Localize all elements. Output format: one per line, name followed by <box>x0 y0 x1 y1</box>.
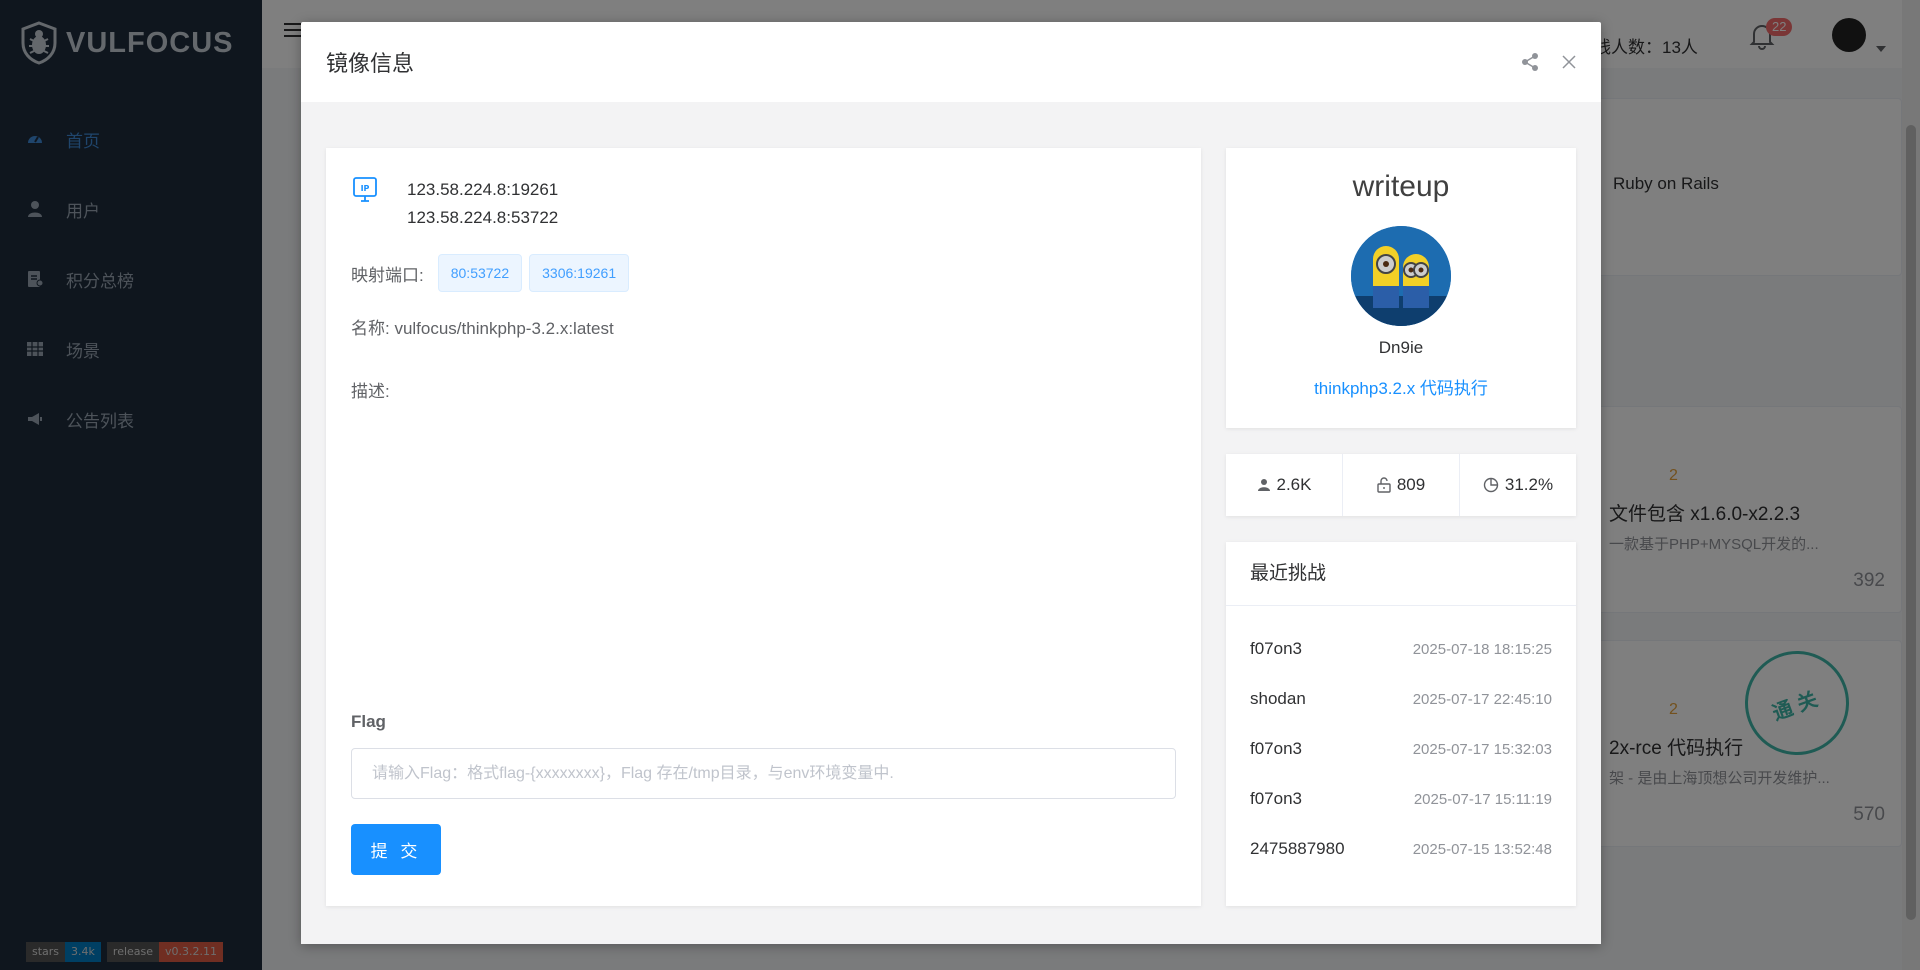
writeup-link[interactable]: thinkphp3.2.x 代码执行 <box>1226 374 1576 399</box>
challenge-time: 2025-07-17 15:11:19 <box>1413 790 1552 808</box>
svg-text:IP: IP <box>361 184 370 193</box>
challenge-time: 2025-07-15 13:52:48 <box>1412 840 1552 858</box>
ip-icon: IP <box>353 177 377 202</box>
ip-address[interactable]: 123.58.224.8:19261 <box>407 176 558 204</box>
port-tag[interactable]: 80:53722 <box>437 254 523 292</box>
list-item: f07on3 2025-07-17 15:32:03 <box>1226 724 1576 774</box>
image-name: 名称: vulfocus/thinkphp-3.2.x:latest <box>351 319 614 338</box>
challenger-name: f07on3 <box>1250 789 1302 808</box>
stat-users: 2.6K <box>1226 454 1343 516</box>
challenge-time: 2025-07-18 18:15:25 <box>1412 640 1552 658</box>
port-label: 映射端口: <box>351 265 424 285</box>
minion-avatar-icon <box>1351 226 1451 326</box>
stat-solved: 809 <box>1343 454 1460 516</box>
dialog-header: 镜像信息 <box>301 22 1601 102</box>
ip-address[interactable]: 123.58.224.8:53722 <box>407 204 558 232</box>
description-label: 描述: <box>351 382 390 401</box>
user-icon <box>1257 479 1270 491</box>
list-item: f07on3 2025-07-18 18:15:25 <box>1226 624 1576 674</box>
challenger-name: f07on3 <box>1250 739 1302 758</box>
challenger-name: f07on3 <box>1250 639 1302 658</box>
writeup-title: writeup <box>1352 170 1450 203</box>
close-icon[interactable] <box>1562 55 1576 69</box>
image-details-panel: IP 123.58.224.8:19261 123.58.224.8:53722… <box>326 148 1201 906</box>
ip-block: IP 123.58.224.8:19261 123.58.224.8:53722 <box>352 176 558 232</box>
stat-rate: 31.2% <box>1460 454 1576 516</box>
port-tag[interactable]: 3306:19261 <box>529 254 630 292</box>
stat-rate-value: 31.2% <box>1504 475 1554 494</box>
list-item: f07on3 2025-07-17 15:11:19 <box>1226 774 1576 824</box>
flag-label: Flag <box>351 712 386 731</box>
port-mapping-row: 映射端口: 80:53722 3306:19261 <box>351 254 636 292</box>
ip-address-list: 123.58.224.8:19261 123.58.224.8:53722 <box>407 176 558 232</box>
author-avatar[interactable] <box>1351 226 1451 326</box>
author-name: Dn9ie <box>1378 338 1424 357</box>
pie-chart-icon <box>1483 477 1499 493</box>
recent-challenges-card: 最近挑战 f07on3 2025-07-18 18:15:25 shodan 2… <box>1226 542 1576 906</box>
unlock-icon <box>1377 477 1391 493</box>
dialog-body: IP 123.58.224.8:19261 123.58.224.8:53722… <box>301 102 1601 944</box>
list-item: shodan 2025-07-17 22:45:10 <box>1226 674 1576 724</box>
recent-challenges-title: 最近挑战 <box>1226 542 1576 606</box>
challenge-time: 2025-07-17 15:32:03 <box>1412 740 1552 758</box>
share-icon[interactable] <box>1520 52 1540 72</box>
stats-card: 2.6K 809 31.2% <box>1226 454 1576 516</box>
list-item: 2475887980 2025-07-15 13:52:48 <box>1226 824 1576 874</box>
challenge-time: 2025-07-17 22:45:10 <box>1412 690 1552 708</box>
flag-input[interactable] <box>351 748 1176 799</box>
writeup-card: writeup Dn9ie thinkphp3.2.x 代码执行 <box>1226 148 1576 428</box>
recent-challenges-list: f07on3 2025-07-18 18:15:25 shodan 2025-0… <box>1226 606 1576 874</box>
stat-solved-value: 809 <box>1396 475 1426 494</box>
dialog-title: 镜像信息 <box>326 51 415 76</box>
dialog-actions <box>1520 52 1576 72</box>
image-info-dialog: 镜像信息 IP 123.58.224.8:19261 123.58.224.8:… <box>301 22 1601 944</box>
challenger-name: 2475887980 <box>1250 839 1345 858</box>
stat-users-value: 2.6K <box>1276 475 1312 494</box>
submit-button[interactable]: 提 交 <box>351 824 441 875</box>
challenger-name: shodan <box>1250 689 1306 708</box>
